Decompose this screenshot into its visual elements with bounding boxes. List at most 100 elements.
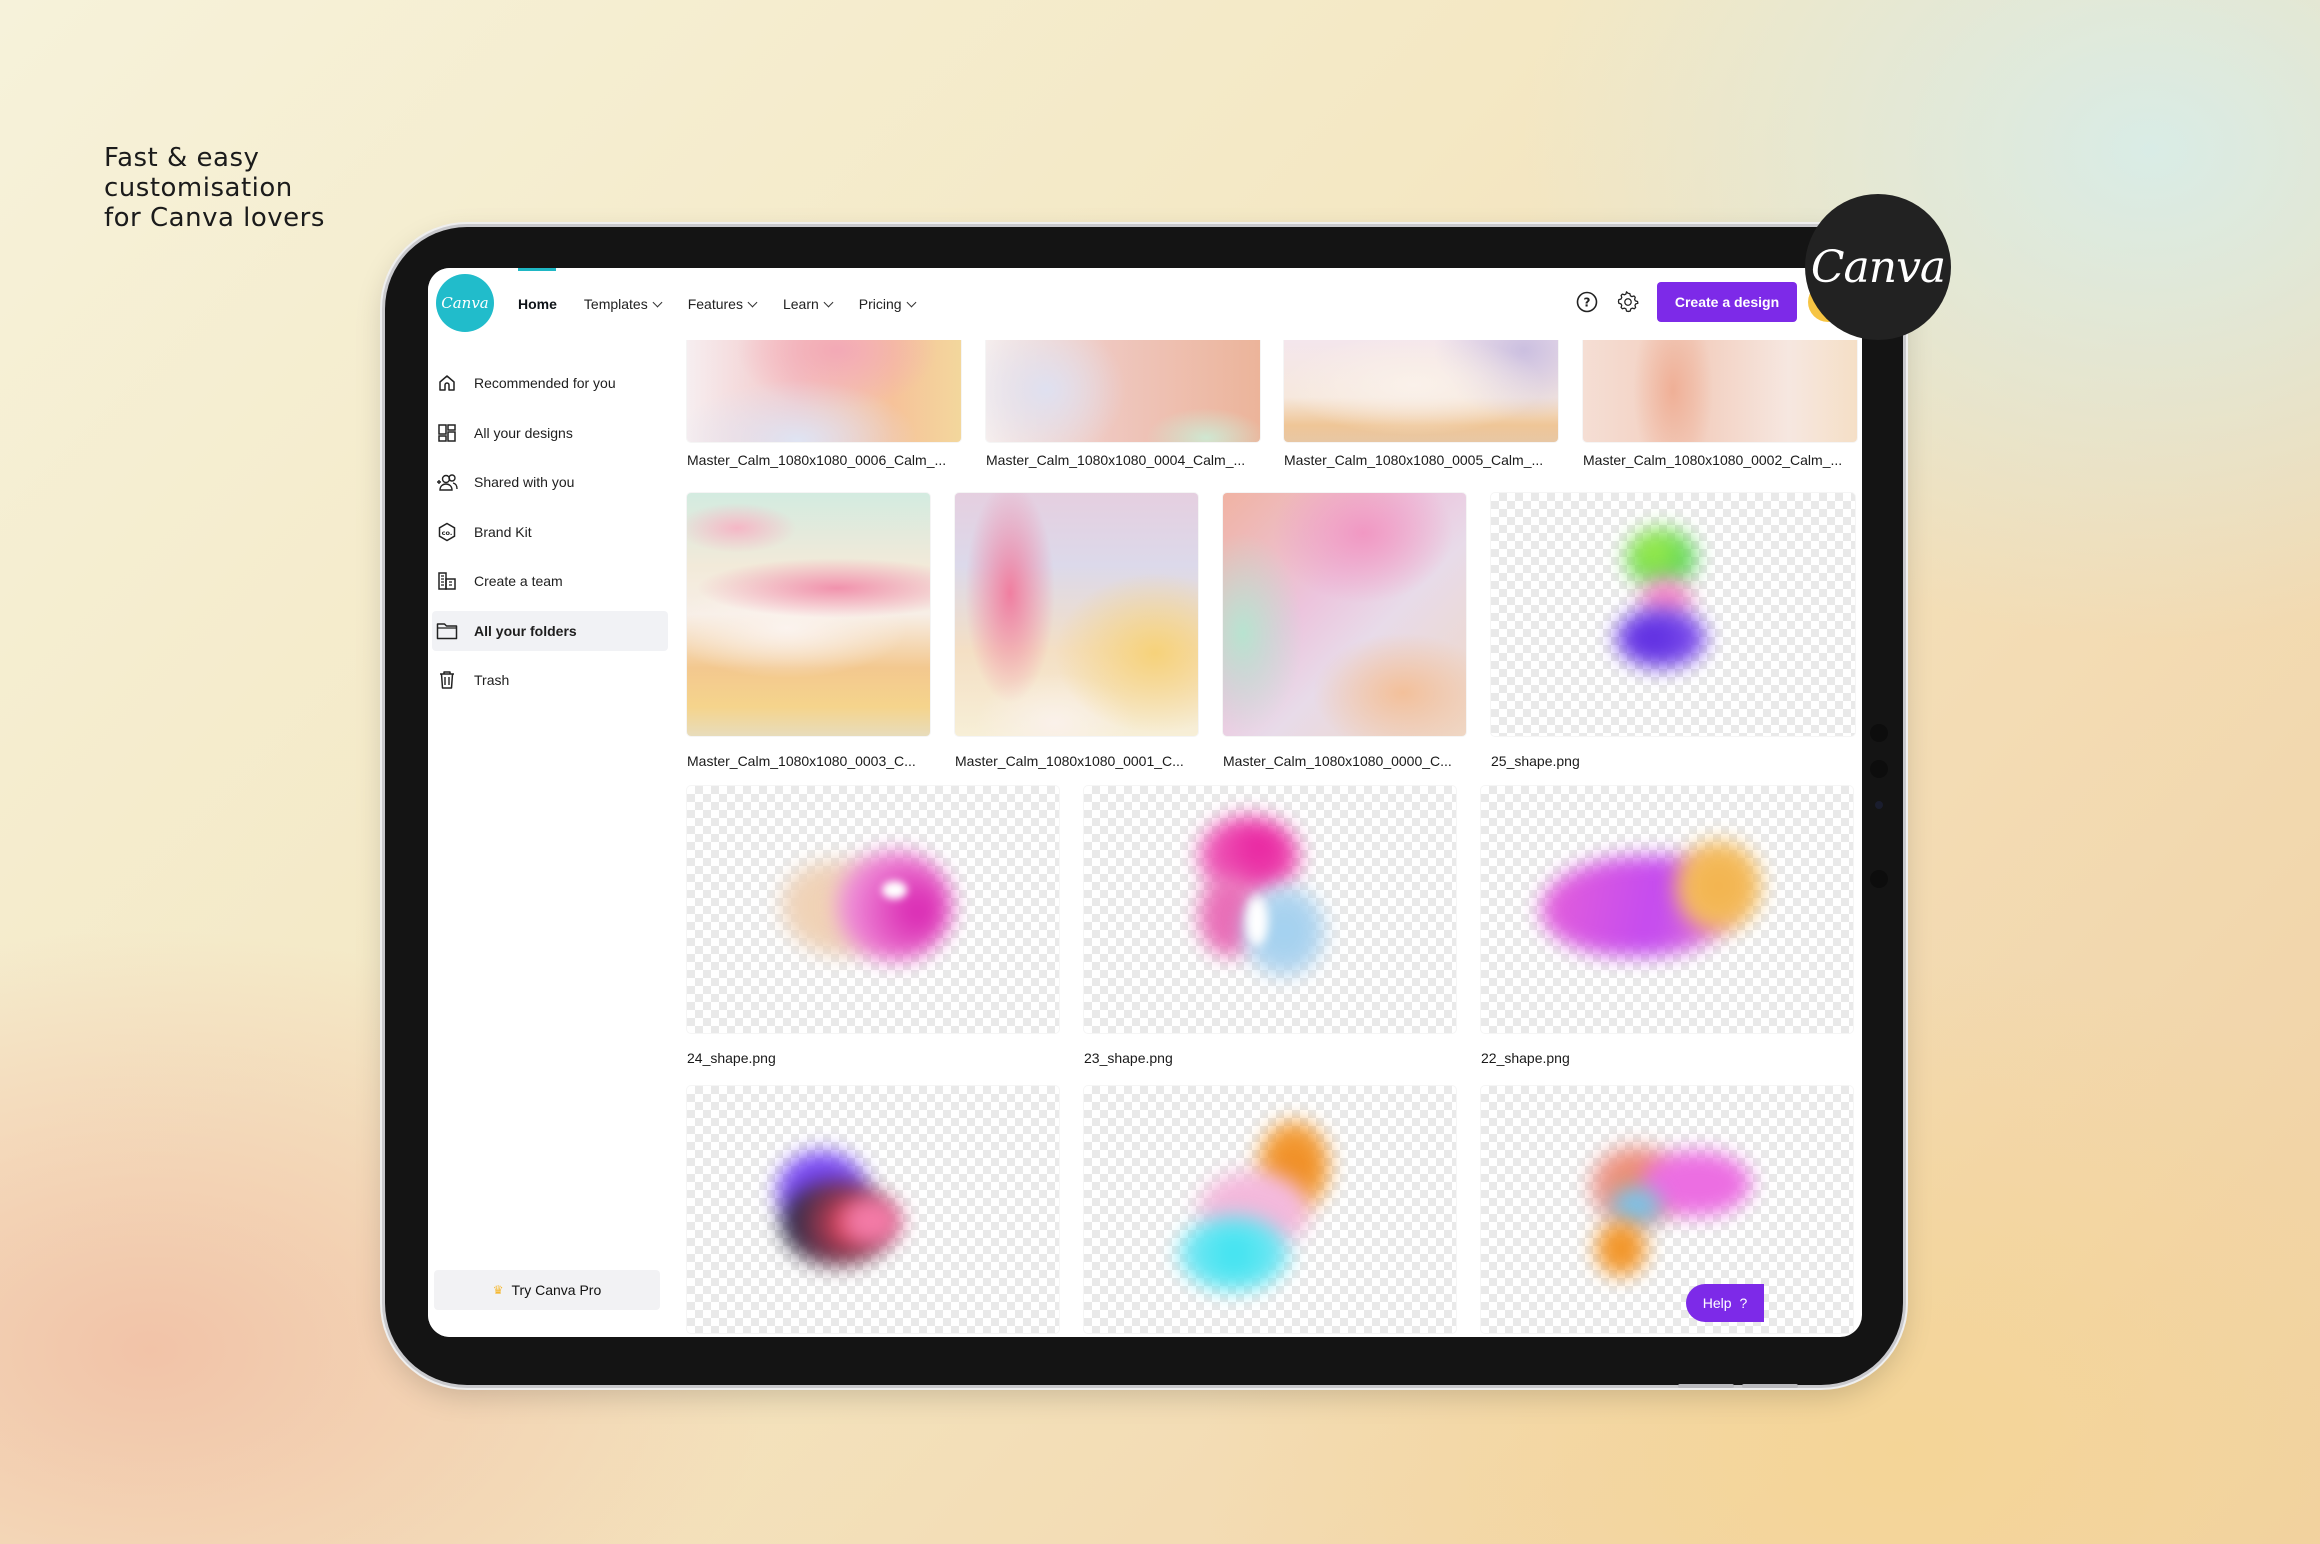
sidebar-item-label: Recommended for you bbox=[474, 375, 616, 391]
file-name: Master_Calm_1080x1080_0001_C... bbox=[955, 753, 1184, 769]
sidebar-item-create-team[interactable]: Create a team bbox=[432, 561, 668, 601]
nav-pricing-label: Pricing bbox=[858, 296, 902, 312]
nav-learn[interactable]: Learn bbox=[782, 296, 834, 312]
file-thumbnail bbox=[986, 340, 1260, 442]
file-card[interactable]: 25_shape.png bbox=[1491, 493, 1855, 773]
file-card[interactable]: 24_shape.png bbox=[687, 786, 1059, 1076]
canva-badge-logo: Canva bbox=[1805, 194, 1951, 340]
file-card[interactable]: Master_Calm_1080x1080_0002_Calm_... bbox=[1583, 340, 1857, 470]
chevron-down-icon bbox=[823, 297, 834, 307]
file-name: 25_shape.png bbox=[1491, 753, 1580, 769]
sensor-dot bbox=[1870, 724, 1888, 742]
help-label: Help bbox=[1702, 1295, 1732, 1311]
sidebar-item-recommended[interactable]: Recommended for you bbox=[432, 363, 668, 403]
trash-icon bbox=[436, 669, 458, 691]
file-thumbnail bbox=[1491, 493, 1855, 736]
help-circle-icon[interactable]: ? bbox=[1576, 291, 1598, 313]
folder-icon bbox=[436, 620, 458, 642]
tagline-line-2: customisation bbox=[104, 173, 293, 203]
canva-logo[interactable]: Canva bbox=[436, 274, 494, 332]
file-thumbnail bbox=[1481, 1086, 1853, 1333]
nav-templates[interactable]: Templates bbox=[583, 296, 663, 312]
nav-features-label: Features bbox=[687, 296, 743, 312]
file-card[interactable]: 22_shape.png bbox=[1481, 786, 1853, 1076]
nav-pricing[interactable]: Pricing bbox=[858, 296, 917, 312]
file-thumbnail bbox=[1583, 340, 1857, 442]
sidebar-item-shared[interactable]: Shared with you bbox=[432, 462, 668, 502]
chevron-down-icon bbox=[906, 297, 917, 307]
sidebar-item-folders[interactable]: All your folders bbox=[432, 611, 668, 651]
file-card[interactable]: Master_Calm_1080x1080_0005_Calm_... bbox=[1284, 340, 1558, 470]
file-card[interactable] bbox=[1481, 1086, 1853, 1333]
file-grid: Master_Calm_1080x1080_0006_Calm_... Mast… bbox=[686, 340, 1862, 1337]
shape-blob bbox=[1616, 608, 1706, 668]
main-nav: Home Templates Features Learn Pricing bbox=[518, 268, 942, 340]
chevron-down-icon bbox=[747, 297, 758, 307]
sidebar-item-designs[interactable]: All your designs bbox=[432, 413, 668, 453]
nav-templates-label: Templates bbox=[583, 296, 648, 312]
svg-text:co.: co. bbox=[442, 529, 453, 537]
file-thumbnail bbox=[1084, 1086, 1456, 1333]
file-card[interactable]: Master_Calm_1080x1080_0000_C... bbox=[1223, 493, 1466, 773]
file-card[interactable]: 23_shape.png bbox=[1084, 786, 1456, 1076]
shape-blob bbox=[1596, 1221, 1646, 1276]
file-card[interactable]: Master_Calm_1080x1080_0006_Calm_... bbox=[687, 340, 961, 470]
tagline-line-3: for Canva lovers bbox=[104, 203, 325, 233]
file-card[interactable] bbox=[687, 1086, 1059, 1333]
sidebar-item-brand-kit[interactable]: co. Brand Kit bbox=[432, 512, 668, 552]
nav-home[interactable]: Home bbox=[518, 296, 557, 312]
sidebar-item-label: All your folders bbox=[474, 623, 577, 639]
help-button[interactable]: Help ? bbox=[1686, 1284, 1764, 1322]
file-card[interactable]: Master_Calm_1080x1080_0004_Calm_... bbox=[986, 340, 1260, 470]
chevron-down-icon bbox=[652, 297, 663, 307]
file-name: Master_Calm_1080x1080_0003_C... bbox=[687, 753, 916, 769]
file-card[interactable] bbox=[1084, 1086, 1456, 1333]
shape-blob bbox=[1246, 896, 1268, 946]
crown-icon: ♛ bbox=[492, 1283, 504, 1297]
grid-icon bbox=[436, 422, 458, 444]
file-name: 23_shape.png bbox=[1084, 1050, 1173, 1066]
file-name: Master_Calm_1080x1080_0000_C... bbox=[1223, 753, 1452, 769]
nav-home-label: Home bbox=[518, 296, 557, 312]
file-thumbnail bbox=[687, 1086, 1059, 1333]
nav-features[interactable]: Features bbox=[687, 296, 758, 312]
file-card[interactable]: Master_Calm_1080x1080_0003_C... bbox=[687, 493, 930, 773]
app-screen: Canva Home Templates Features Learn Pric… bbox=[428, 268, 1862, 1337]
file-thumbnail bbox=[1284, 340, 1558, 442]
team-building-icon bbox=[436, 570, 458, 592]
shape-blob bbox=[842, 1196, 902, 1246]
brand-kit-icon: co. bbox=[436, 521, 458, 543]
sensor-dot bbox=[1870, 760, 1888, 778]
create-design-button[interactable]: Create a design bbox=[1657, 282, 1797, 322]
file-name: 22_shape.png bbox=[1481, 1050, 1570, 1066]
file-thumbnail bbox=[1084, 786, 1456, 1033]
file-name: Master_Calm_1080x1080_0004_Calm_... bbox=[986, 452, 1246, 468]
sidebar-item-label: Shared with you bbox=[474, 474, 575, 490]
sidebar: Recommended for you All your designs Sha… bbox=[428, 340, 670, 1337]
front-camera bbox=[1875, 801, 1883, 809]
file-thumbnail bbox=[687, 340, 961, 442]
shape-blob bbox=[837, 851, 952, 961]
shape-blob bbox=[1611, 1186, 1661, 1226]
gear-icon[interactable] bbox=[1617, 291, 1639, 313]
file-name: Master_Calm_1080x1080_0002_Calm_... bbox=[1583, 452, 1843, 468]
sidebar-item-label: Brand Kit bbox=[474, 524, 532, 540]
tagline: Fast & easy customisation for Canva love… bbox=[104, 143, 325, 233]
file-name: Master_Calm_1080x1080_0006_Calm_... bbox=[687, 452, 947, 468]
sidebar-item-label: All your designs bbox=[474, 425, 573, 441]
shape-blob bbox=[1676, 841, 1761, 931]
sidebar-item-label: Create a team bbox=[474, 573, 563, 589]
shape-blob bbox=[1179, 1216, 1289, 1291]
file-name: Master_Calm_1080x1080_0005_Calm_... bbox=[1284, 452, 1544, 468]
file-thumbnail bbox=[687, 493, 930, 736]
file-name: 24_shape.png bbox=[687, 1050, 776, 1066]
nav-learn-label: Learn bbox=[782, 296, 819, 312]
shape-blob bbox=[882, 881, 907, 899]
sidebar-item-trash[interactable]: Trash bbox=[432, 660, 668, 700]
sensor-dot bbox=[1870, 870, 1888, 888]
file-card[interactable]: Master_Calm_1080x1080_0001_C... bbox=[955, 493, 1198, 773]
shared-users-icon bbox=[436, 471, 458, 493]
try-canva-pro-button[interactable]: ♛ Try Canva Pro bbox=[434, 1270, 660, 1310]
file-thumbnail bbox=[1223, 493, 1466, 736]
sidebar-item-label: Trash bbox=[474, 672, 510, 688]
